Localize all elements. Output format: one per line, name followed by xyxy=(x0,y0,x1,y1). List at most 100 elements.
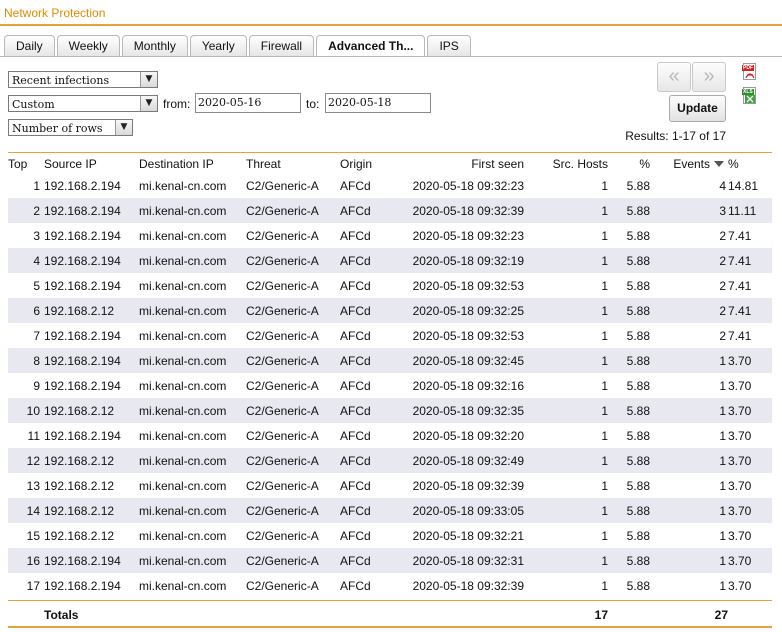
cell-threat: C2/Generic-A xyxy=(246,478,319,493)
cell-origin: AFCd xyxy=(340,428,371,443)
cell-first-seen: 2020-05-18 09:32:49 xyxy=(400,448,524,473)
cell-origin: AFCd xyxy=(340,298,400,323)
cell-events: 1 xyxy=(658,448,728,473)
cell-threat: C2/Generic-A xyxy=(246,228,319,243)
cell-source-ip: 192.168.2.12 xyxy=(44,498,139,523)
rows-value: Number of rows xyxy=(12,122,103,135)
cell-src-hosts: 1 xyxy=(601,328,608,343)
table-row: 9 192.168.2.194 mi.kenal-cn.com C2/Generic-… xyxy=(8,373,772,398)
cell-top: 10 xyxy=(8,398,44,423)
cell-src-hosts: 1 xyxy=(601,228,608,243)
report-type-select[interactable]: Recent infections ▼ xyxy=(8,71,158,88)
cell-hosts-percent: 5.88 xyxy=(626,478,650,493)
cell-destination-ip: mi.kenal-cn.com xyxy=(139,198,246,223)
cell-origin: AFCd xyxy=(340,448,400,473)
tab-monthly[interactable]: Monthly xyxy=(121,35,188,56)
cell-destination-ip: mi.kenal-cn.com xyxy=(139,398,246,423)
cell-threat: C2/Generic-A xyxy=(246,248,340,273)
cell-origin: AFCd xyxy=(340,498,400,523)
cell-threat: C2/Generic-A xyxy=(246,328,319,343)
cell-top: 1 xyxy=(33,178,40,193)
col-first-seen-header[interactable]: First seen xyxy=(400,154,524,173)
cell-hosts-percent: 5.88 xyxy=(626,378,650,393)
tab-daily[interactable]: Daily xyxy=(4,35,55,56)
cell-hosts-percent: 5.88 xyxy=(608,198,658,223)
cell-first-seen: 2020-05-18 09:32:45 xyxy=(400,348,524,373)
col-hosts-percent-header[interactable]: % xyxy=(608,154,658,173)
tab-firewall[interactable]: Firewall xyxy=(248,35,315,56)
rows-select[interactable]: Number of rows ▼ xyxy=(8,119,133,136)
col-events-label: Events xyxy=(673,156,710,171)
cell-events-percent: 3.70 xyxy=(728,498,772,523)
cell-destination-ip: mi.kenal-cn.com xyxy=(139,298,246,323)
cell-hosts-percent: 5.88 xyxy=(608,348,658,373)
col-src-hosts-header[interactable]: Src. Hosts xyxy=(524,154,608,173)
totals-row: Totals 17 27 xyxy=(8,602,772,626)
cell-source-ip: 192.168.2.194 xyxy=(44,348,139,373)
cell-events: 2 xyxy=(658,298,728,323)
cell-destination-ip: mi.kenal-cn.com xyxy=(139,378,227,393)
cell-events-percent: 7.41 xyxy=(728,248,772,273)
cell-threat: C2/Generic-A xyxy=(246,348,340,373)
cell-top: 16 xyxy=(8,548,44,573)
cell-first-seen: 2020-05-18 09:32:31 xyxy=(400,548,524,573)
cell-top: 4 xyxy=(8,248,44,273)
cell-events: 1 xyxy=(719,378,726,393)
cell-events-percent: 3.70 xyxy=(728,348,772,373)
col-origin-header[interactable]: Origin xyxy=(340,154,400,173)
cell-top: 6 xyxy=(8,298,44,323)
cell-destination-ip: mi.kenal-cn.com xyxy=(139,498,246,523)
cell-destination-ip: mi.kenal-cn.com xyxy=(139,578,227,593)
col-events-header[interactable]: Events xyxy=(658,154,728,173)
table-row: 12 192.168.2.12 mi.kenal-cn.com C2/Generic-… xyxy=(8,448,772,473)
cell-events-percent: 3.70 xyxy=(728,398,772,423)
cell-hosts-percent: 5.88 xyxy=(608,298,658,323)
col-source-ip-header[interactable]: Source IP xyxy=(44,154,139,173)
cell-events: 2 xyxy=(719,328,726,343)
from-date-input[interactable]: 2020-05-16 xyxy=(195,93,301,113)
xls-export-icon[interactable]: XLS xyxy=(742,87,758,105)
cell-hosts-percent: 5.88 xyxy=(626,428,650,443)
date-range-select[interactable]: Custom ▼ xyxy=(8,95,158,112)
tab-yearly[interactable]: Yearly xyxy=(189,35,247,56)
cell-hosts-percent: 5.88 xyxy=(608,498,658,523)
cell-events-percent: 3.70 xyxy=(728,478,752,493)
cell-events: 1 xyxy=(658,398,728,423)
cell-top: 3 xyxy=(33,228,40,243)
table-row: 8 192.168.2.194 mi.kenal-cn.com C2/Generic-… xyxy=(8,348,772,373)
pdf-export-icon[interactable]: PDF xyxy=(742,63,758,81)
cell-threat: C2/Generic-A xyxy=(246,448,340,473)
to-date-input[interactable]: 2020-05-18 xyxy=(325,93,431,113)
previous-page-button[interactable]: « xyxy=(657,62,691,92)
cell-first-seen: 2020-05-18 09:32:21 xyxy=(412,528,524,543)
title-divider xyxy=(0,24,782,26)
col-threat-header[interactable]: Threat xyxy=(246,154,340,173)
tab-ips[interactable]: IPS xyxy=(427,35,471,56)
cell-destination-ip: mi.kenal-cn.com xyxy=(139,228,227,243)
cell-first-seen: 2020-05-18 09:32:19 xyxy=(400,248,524,273)
cell-threat: C2/Generic-A xyxy=(246,178,319,193)
col-top-header[interactable]: Top xyxy=(8,154,44,173)
cell-events-percent: 3.70 xyxy=(728,448,772,473)
update-button[interactable]: Update xyxy=(669,95,726,122)
cell-hosts-percent: 5.88 xyxy=(608,448,658,473)
cell-source-ip: 192.168.2.194 xyxy=(44,578,121,593)
table-row: 11 192.168.2.194 mi.kenal-cn.com C2/Generic… xyxy=(8,423,772,448)
cell-first-seen: 2020-05-18 09:32:25 xyxy=(400,298,524,323)
date-range-value: Custom xyxy=(12,98,55,111)
page-title: Network Protection xyxy=(4,6,106,20)
cell-origin: AFCd xyxy=(340,278,371,293)
col-events-percent-header[interactable]: % xyxy=(728,154,772,173)
tab-weekly[interactable]: Weekly xyxy=(56,35,120,56)
col-destination-ip-header[interactable]: Destination IP xyxy=(139,154,246,173)
table-row: 4 192.168.2.194 mi.kenal-cn.com C2/Generic-… xyxy=(8,248,772,273)
next-page-button[interactable]: » xyxy=(692,62,726,92)
cell-events: 1 xyxy=(658,498,728,523)
cell-first-seen: 2020-05-18 09:32:53 xyxy=(412,278,524,293)
cell-events-percent: 7.41 xyxy=(728,278,752,293)
chevron-down-icon: ▼ xyxy=(140,72,157,87)
totals-events: 27 xyxy=(714,608,728,622)
cell-source-ip: 192.168.2.194 xyxy=(44,178,121,193)
cell-source-ip: 192.168.2.194 xyxy=(44,328,121,343)
tab-advanced-threat[interactable]: Advanced Th... xyxy=(316,35,426,56)
